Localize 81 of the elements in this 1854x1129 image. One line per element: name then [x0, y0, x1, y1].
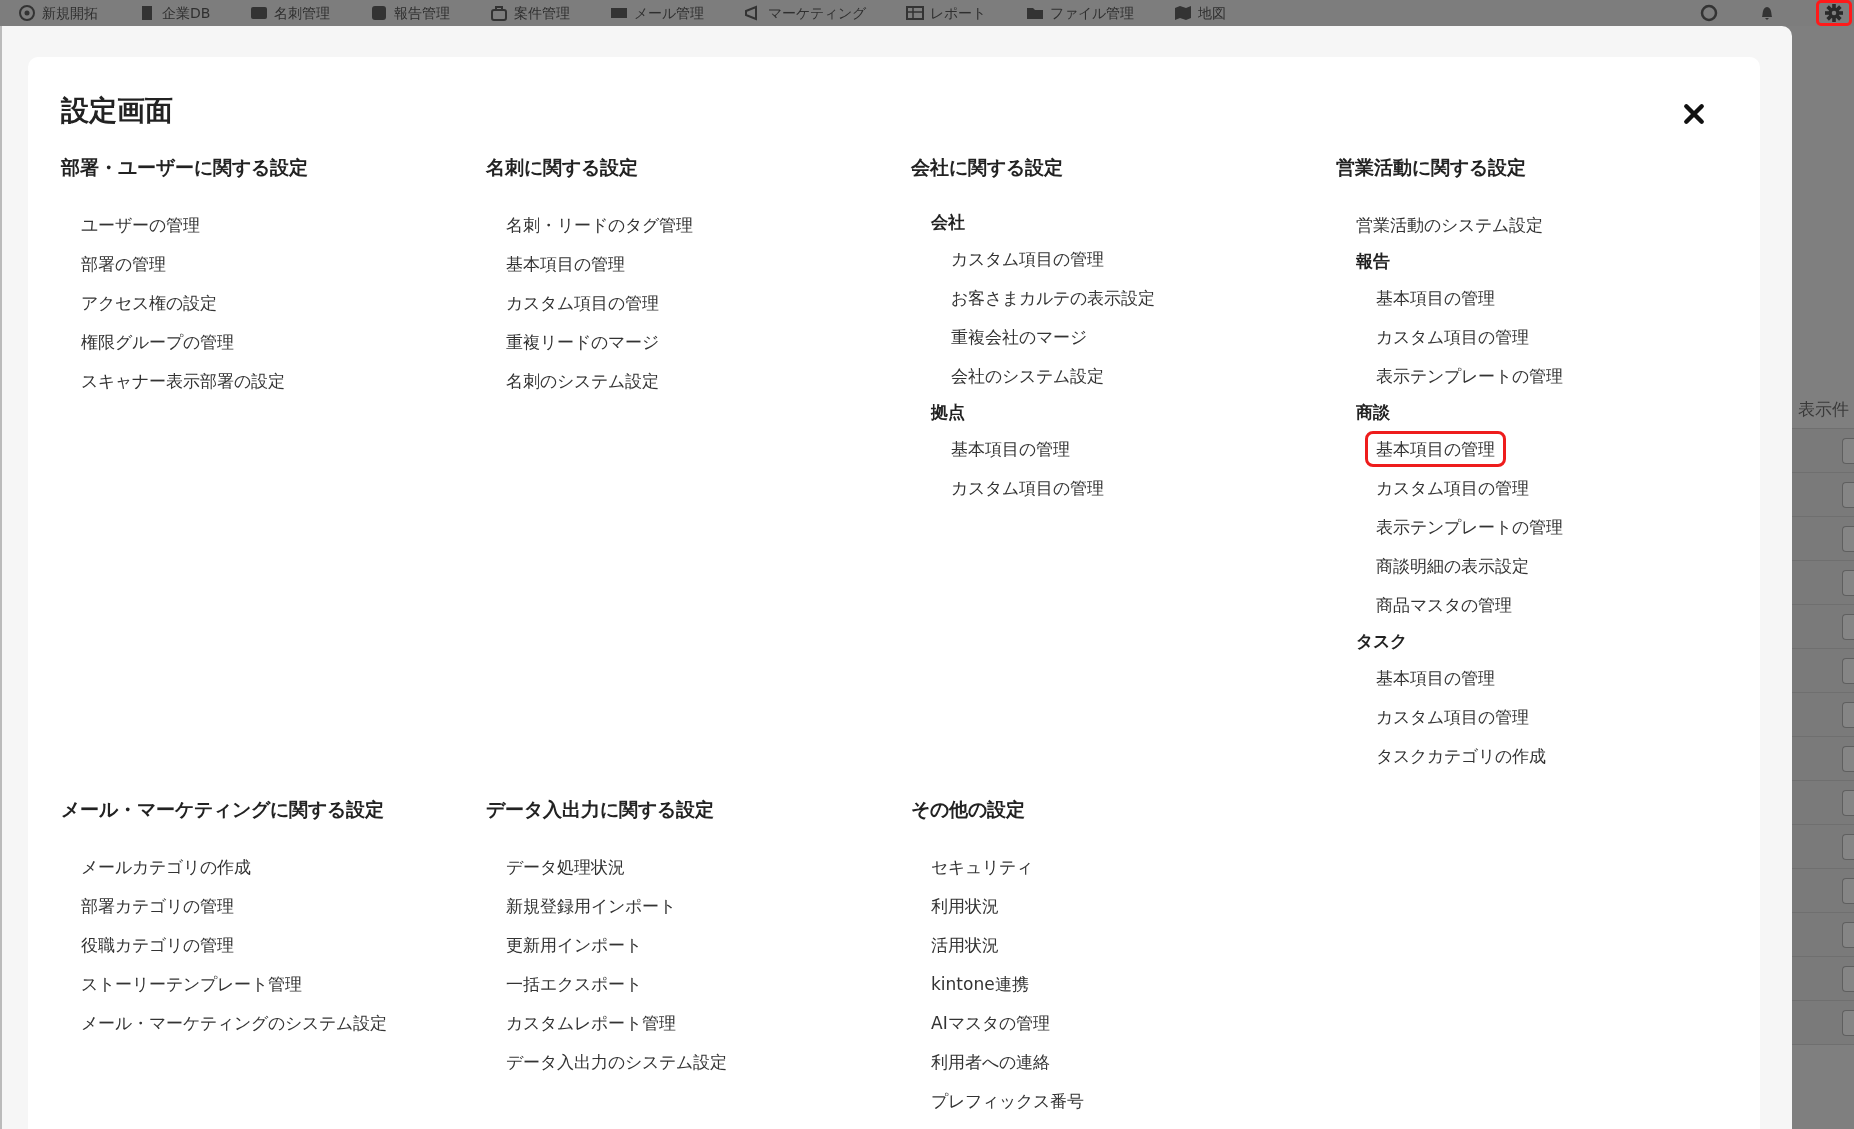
settings-link[interactable]: アクセス権の設定: [70, 284, 228, 321]
group-label: 拠点: [929, 401, 965, 424]
settings-link[interactable]: 部署カテゴリの管理: [70, 887, 245, 924]
row-button[interactable]: [1842, 965, 1854, 992]
settings-link[interactable]: カスタム項目の管理: [940, 240, 1115, 277]
settings-link[interactable]: カスタムレポート管理: [495, 1004, 687, 1041]
settings-link[interactable]: 基本項目の管理: [1365, 279, 1506, 316]
settings-link[interactable]: 会社のシステム設定: [940, 357, 1115, 394]
settings-link[interactable]: 商品マスタの管理: [1365, 586, 1523, 623]
settings-link[interactable]: プレフィックス番号: [920, 1082, 1095, 1119]
section-heading: メール・マーケティングに関する設定: [61, 797, 385, 822]
group-label: タスク: [1355, 630, 1407, 653]
settings-link[interactable]: セキュリティ: [920, 848, 1044, 885]
settings-link[interactable]: 権限グループの管理: [70, 323, 245, 360]
settings-link[interactable]: メールカテゴリの作成: [70, 848, 262, 885]
settings-link[interactable]: 基本項目の管理: [1365, 430, 1506, 467]
settings-link[interactable]: データ入出力のシステム設定: [495, 1043, 738, 1080]
settings-link[interactable]: 名刺・リードのタグ管理: [495, 206, 704, 243]
settings-link[interactable]: 利用者への連絡: [920, 1043, 1061, 1080]
settings-link[interactable]: 重複会社のマージ: [940, 318, 1098, 355]
column-header-text: 表示件: [1798, 398, 1849, 422]
settings-link[interactable]: ユーザーの管理: [70, 206, 211, 243]
map-icon: [1174, 4, 1193, 22]
settings-link[interactable]: カスタム項目の管理: [495, 284, 670, 321]
settings-link[interactable]: kintone連携: [920, 965, 1040, 1002]
settings-button[interactable]: [1816, 0, 1852, 26]
row-button[interactable]: [1842, 613, 1854, 640]
row-button[interactable]: [1842, 437, 1854, 464]
settings-link[interactable]: カスタム項目の管理: [1365, 469, 1540, 506]
settings-link[interactable]: データ処理状況: [495, 848, 636, 885]
settings-link[interactable]: 活用状況: [920, 926, 1010, 963]
settings-link[interactable]: カスタム項目の管理: [1365, 318, 1540, 355]
settings-link[interactable]: 役職カテゴリの管理: [70, 926, 245, 963]
row-button[interactable]: [1842, 1009, 1854, 1036]
settings-link[interactable]: カスタム項目の管理: [940, 469, 1115, 506]
row-button[interactable]: [1842, 921, 1854, 948]
table-icon: [906, 4, 925, 22]
settings-link[interactable]: 更新用インポート: [495, 926, 653, 963]
row-button[interactable]: [1842, 833, 1854, 860]
settings-link[interactable]: 基本項目の管理: [940, 430, 1081, 467]
settings-link[interactable]: メール・マーケティングのシステム設定: [70, 1004, 398, 1041]
settings-link[interactable]: お客さまカルテの表示設定: [940, 279, 1166, 316]
row-button[interactable]: [1842, 657, 1854, 684]
settings-link[interactable]: 基本項目の管理: [495, 245, 636, 282]
settings-link[interactable]: AIマスタの管理: [920, 1004, 1061, 1041]
section-heading: 営業活動に関する設定: [1336, 155, 1527, 180]
group-label: 商談: [1355, 401, 1390, 424]
row-button[interactable]: [1842, 481, 1854, 508]
section-heading: その他の設定: [911, 797, 1026, 822]
help-icon[interactable]: [1700, 4, 1718, 22]
settings-link[interactable]: 一括エクスポート: [495, 965, 653, 1002]
briefcase-icon: [490, 4, 509, 22]
row-button[interactable]: [1842, 569, 1854, 596]
row-button[interactable]: [1842, 789, 1854, 816]
settings-link[interactable]: 表示テンプレートの管理: [1365, 508, 1574, 545]
close-icon[interactable]: [1683, 103, 1705, 125]
group-label: 報告: [1355, 250, 1390, 273]
section-heading: 名刺に関する設定: [486, 155, 639, 180]
row-button[interactable]: [1842, 745, 1854, 772]
settings-link[interactable]: 部署の管理: [70, 245, 177, 282]
row-button[interactable]: [1842, 701, 1854, 728]
settings-link[interactable]: 重複リードのマージ: [495, 323, 670, 360]
dialog-title: 設定画面: [61, 93, 173, 129]
settings-link[interactable]: 基本項目の管理: [1365, 659, 1506, 696]
settings-link[interactable]: 利用状況: [920, 887, 1010, 924]
settings-icon: [1825, 4, 1843, 22]
settings-link[interactable]: 商談明細の表示設定: [1365, 547, 1540, 584]
settings-link[interactable]: スキャナー表示部署の設定: [70, 362, 296, 399]
settings-link[interactable]: 表示テンプレートの管理: [1365, 357, 1574, 394]
settings-link[interactable]: ストーリーテンプレート管理: [70, 965, 313, 1002]
settings-link[interactable]: カスタム項目の管理: [1365, 698, 1540, 735]
section-heading: 会社に関する設定: [911, 155, 1064, 180]
settings-link[interactable]: 名刺のシステム設定: [495, 362, 670, 399]
section-heading: 部署・ユーザーに関する設定: [61, 155, 309, 180]
settings-link[interactable]: タスクカテゴリの作成: [1365, 737, 1557, 774]
row-button[interactable]: [1842, 877, 1854, 904]
group-label: 会社: [930, 211, 965, 234]
settings-link[interactable]: 新規登録用インポート: [495, 887, 687, 924]
row-button[interactable]: [1842, 525, 1854, 552]
settings-link[interactable]: 営業活動のシステム設定: [1345, 206, 1554, 243]
section-heading: データ入出力に関する設定: [486, 797, 715, 822]
